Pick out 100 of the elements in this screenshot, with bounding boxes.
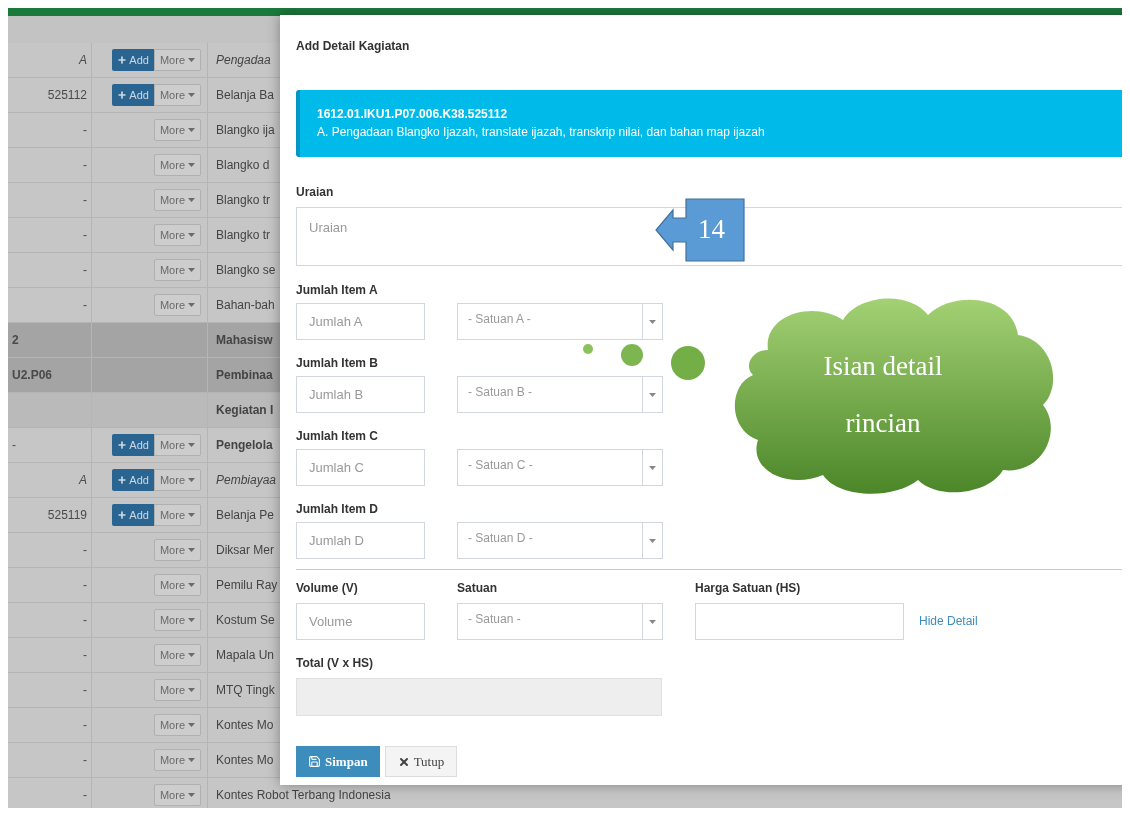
select-dropdown[interactable]: - Satuan - (457, 603, 663, 640)
info-description: A. Pengadaan Blangko Ijazah, translate ijazah, transkrip nilai, dan bahan map ijazah (317, 124, 766, 141)
code-cell-text: - (83, 577, 87, 594)
add-button[interactable]: Add (112, 49, 154, 71)
caret-icon (188, 443, 195, 447)
info-code: 1612.01.IKU1.P07.006.K38.525112 (317, 106, 509, 123)
caret-icon (188, 478, 195, 482)
input-field[interactable] (695, 603, 904, 640)
description-cell-text: Pemilu Ray (216, 577, 278, 594)
input-field[interactable]: Jumlah B (296, 376, 425, 413)
more-button[interactable]: More (153, 294, 201, 316)
plus-icon (117, 55, 128, 65)
code-cell-text: U2.P06 (12, 367, 53, 384)
save-button[interactable]: Simpan (296, 746, 380, 777)
description-cell-text: Pembiayaa (216, 472, 277, 489)
code-cell-text: - (83, 612, 87, 629)
add-button[interactable]: Add (112, 434, 154, 456)
description-cell-text: MTQ Tingk (216, 682, 275, 699)
select-dropdown[interactable]: - Satuan C - (457, 449, 663, 486)
plus-icon (117, 90, 128, 100)
caret-icon (188, 618, 195, 622)
add-button[interactable]: Add (112, 469, 154, 491)
field-label: Total (V x HS) (296, 655, 374, 672)
more-button[interactable]: More (153, 119, 201, 141)
code-cell-text: - (83, 122, 87, 139)
code-cell-text: - (83, 157, 87, 174)
field-label: Uraian (296, 184, 334, 201)
more-button[interactable]: More (153, 504, 201, 526)
code-cell-text: 525112 (47, 87, 87, 104)
description-cell-text: Blangko tr (216, 192, 271, 209)
description-cell-text: Pengelola (216, 437, 273, 454)
more-button[interactable]: More (153, 679, 201, 701)
more-button[interactable]: More (153, 189, 201, 211)
code-cell-text: - (83, 262, 87, 279)
more-button[interactable]: More (153, 644, 201, 666)
code-cell-text: - (83, 787, 87, 804)
add-button[interactable]: Add (112, 84, 154, 106)
hide-detail-link[interactable]: Hide Detail (919, 612, 978, 630)
caret-icon (188, 653, 195, 657)
code-cell-text: - (83, 227, 87, 244)
field-label: Harga Satuan (HS) (695, 580, 801, 597)
input-field[interactable]: Jumlah A (296, 303, 425, 340)
field-label: Jumlah Item D (296, 501, 379, 518)
add-button[interactable]: Add (112, 504, 154, 526)
description-cell-text: Kontes Robot Terbang Indonesia (216, 787, 391, 804)
thought-bubble-drawing (621, 344, 643, 366)
plus-icon (117, 510, 128, 520)
caret-icon (649, 619, 656, 624)
description-cell-text: Kontes Mo (216, 717, 274, 734)
more-button[interactable]: More (153, 84, 201, 106)
cloud-text: Isian detail rincian (822, 350, 944, 440)
more-button[interactable]: More (153, 609, 201, 631)
caret-icon (188, 128, 195, 132)
code-cell-text: - (83, 682, 87, 699)
input-field[interactable]: Jumlah C (296, 449, 425, 486)
more-button[interactable]: More (153, 539, 201, 561)
code-cell-text: - (83, 297, 87, 314)
select-dropdown[interactable]: - Satuan D - (457, 522, 663, 559)
caret-icon (649, 538, 656, 543)
description-cell-text: Belanja Pe (216, 507, 275, 524)
code-cell-text: - (83, 717, 87, 734)
arrow-callout: 14 (655, 198, 745, 262)
code-cell-text: 525119 (47, 507, 87, 524)
caret-icon (188, 758, 195, 762)
code-cell-text: - (83, 752, 87, 769)
description-cell-text: Belanja Ba (216, 87, 275, 104)
select-dropdown[interactable]: - Satuan B - (457, 376, 663, 413)
more-button[interactable]: More (153, 259, 201, 281)
thought-bubble-drawing (671, 346, 705, 380)
close-button[interactable]: Tutup (384, 746, 458, 777)
input-field[interactable]: Volume (296, 603, 425, 640)
description-cell-text: Blangko ija (216, 122, 275, 139)
plus-icon (117, 440, 128, 450)
description-cell-text: Pengadaa (216, 52, 271, 69)
more-button[interactable]: More (153, 49, 201, 71)
select-dropdown[interactable]: - Satuan A - (457, 303, 663, 340)
caret-icon (188, 793, 195, 797)
more-button[interactable]: More (153, 469, 201, 491)
description-cell-text: Mapala Un (216, 647, 275, 664)
caret-icon (188, 93, 195, 97)
more-button[interactable]: More (153, 154, 201, 176)
code-cell-text: 2 (12, 332, 19, 349)
code-cell-text: A (79, 52, 87, 69)
field-label: Satuan (457, 580, 497, 597)
description-cell-text: Diksar Mer (216, 542, 274, 559)
caret-icon (188, 583, 195, 587)
modal-title: Add Detail Kagiatan (296, 38, 411, 55)
more-button[interactable]: More (153, 224, 201, 246)
caret-icon (188, 233, 195, 237)
field-label: Volume (V) (296, 580, 358, 597)
more-button[interactable]: More (153, 574, 201, 596)
more-button[interactable]: More (153, 784, 201, 806)
code-cell-text: A (79, 472, 87, 489)
plus-icon (117, 475, 128, 485)
more-button[interactable]: More (153, 434, 201, 456)
input-field[interactable]: Jumlah D (296, 522, 425, 559)
field-label: Jumlah Item C (296, 428, 379, 445)
more-button[interactable]: More (153, 749, 201, 771)
more-button[interactable]: More (153, 714, 201, 736)
description-cell-text: Mahasisw (216, 332, 273, 349)
